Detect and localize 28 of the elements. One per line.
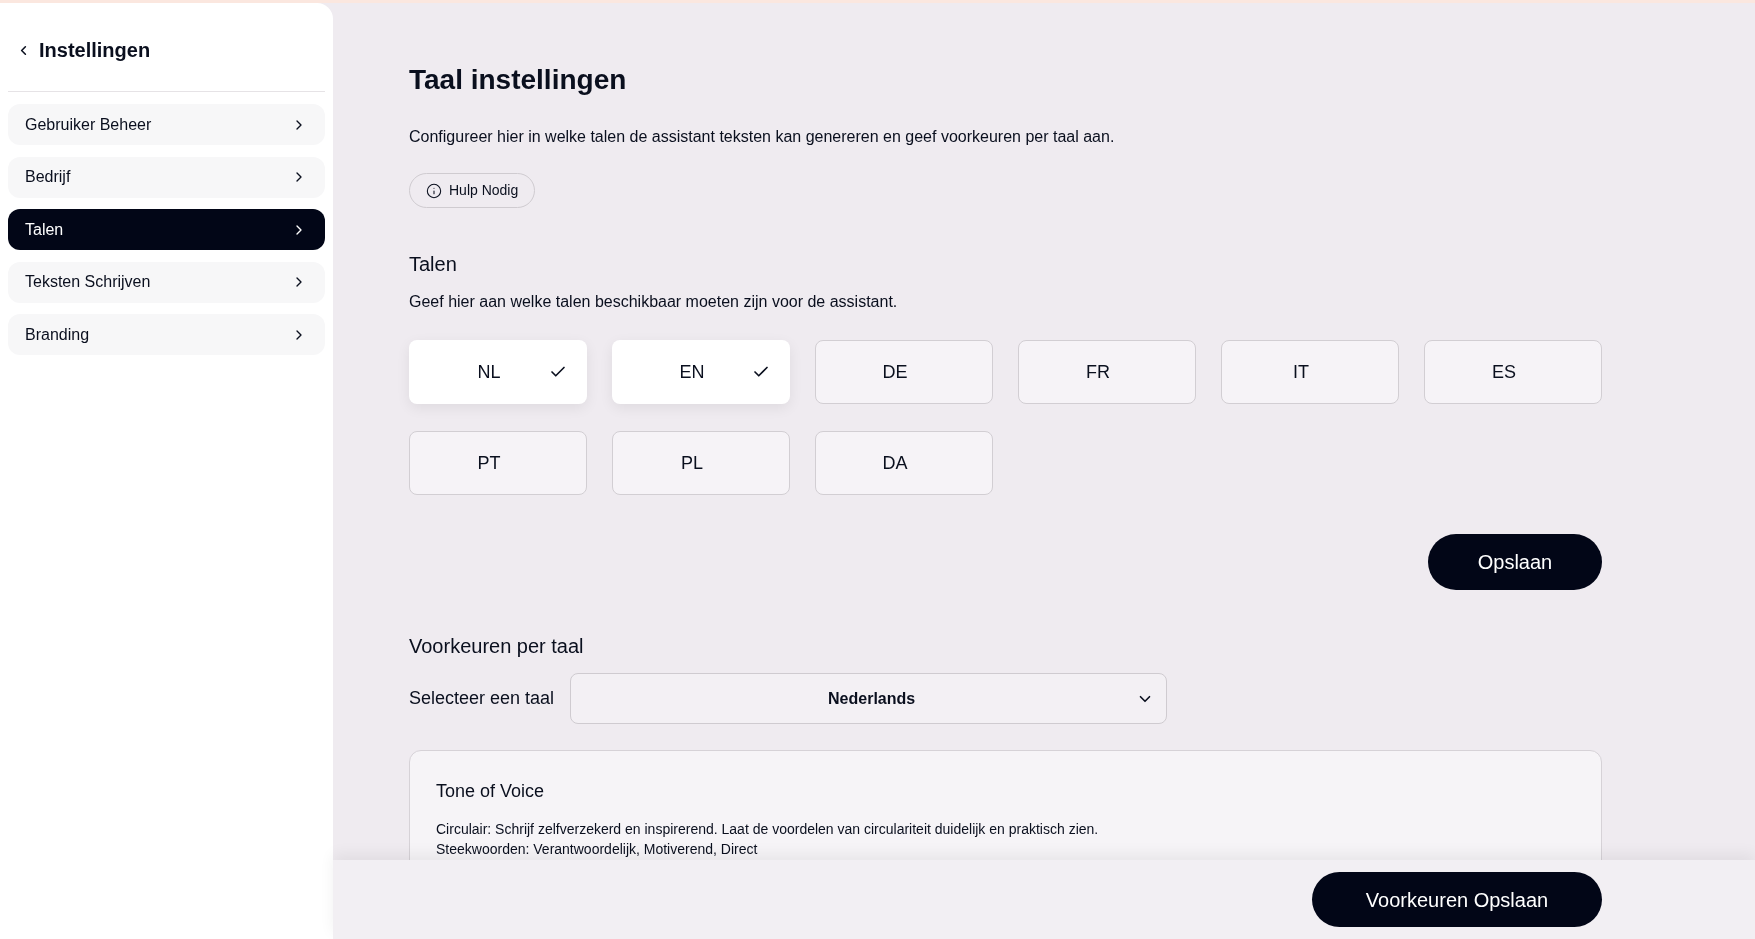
select-label: Selecteer een taal — [409, 687, 555, 710]
language-toggle[interactable]: FR — [1018, 340, 1196, 404]
back-button[interactable]: Instellingen — [8, 36, 325, 64]
section-heading: Voorkeuren per taal — [409, 634, 585, 659]
language-toggle[interactable]: ES — [1424, 340, 1602, 404]
section-description: Geef hier aan welke talen beschikbaar moeten zijn voor de assistant. — [409, 292, 899, 312]
save-preferences-button[interactable]: Voorkeuren Opslaan — [1312, 872, 1602, 927]
language-select[interactable]: Nederlands — [570, 673, 1168, 724]
sidebar-item[interactable]: Branding — [8, 314, 325, 355]
section-heading: Talen — [409, 252, 458, 277]
language-toggle[interactable]: PL — [612, 431, 790, 495]
sidebar-item[interactable]: Bedrijf — [8, 156, 325, 198]
language-toggle[interactable]: DE — [815, 340, 993, 404]
language-toggle[interactable]: NL — [409, 340, 587, 404]
info-icon — [426, 182, 442, 199]
page-title: Taal instellingen — [409, 63, 628, 97]
sidebar-item[interactable]: Teksten Schrijven — [8, 261, 325, 303]
card-title: Tone of Voice — [436, 780, 546, 803]
language-toggle[interactable]: PT — [409, 431, 587, 495]
page-description: Configureer hier in welke talen de assistant teksten kan genereren en geef voorkeuren per taal aan. — [409, 127, 1116, 147]
language-toggle[interactable]: IT — [1221, 340, 1399, 404]
card-text: Circulair: Schrijf zelfverzekerd en inspirerend. Laat de voordelen van circulariteit duidelijk en praktisch zien. — [436, 820, 1100, 839]
card-text: Steekwoorden: Verantwoordelijk, Motiverend, Direct — [436, 840, 759, 859]
sidebar-item[interactable]: Gebruiker Beheer — [8, 104, 325, 145]
language-toggle[interactable]: EN — [612, 340, 790, 404]
save-button[interactable]: Opslaan — [1428, 534, 1602, 590]
language-toggle[interactable]: DA — [815, 431, 993, 495]
sidebar-item[interactable]: Talen — [8, 209, 325, 250]
